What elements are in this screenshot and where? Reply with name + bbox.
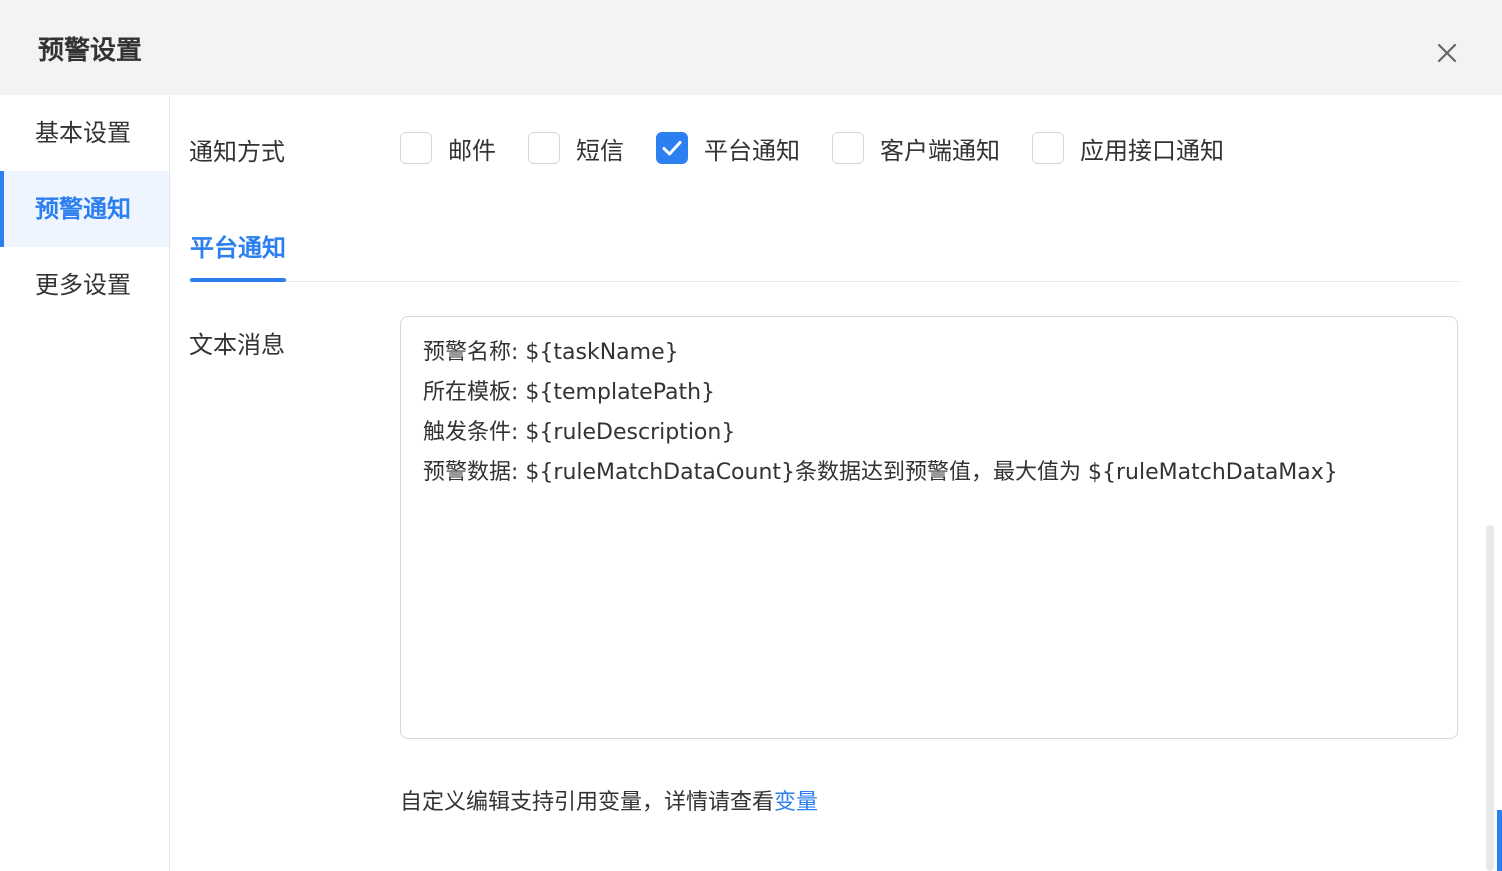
notify-method-label: 通知方式	[189, 138, 285, 166]
sidebar-item-basic-settings[interactable]: 基本设置	[0, 95, 169, 171]
scrollbar[interactable]	[1486, 525, 1494, 871]
tab-divider	[190, 281, 1460, 282]
active-tab-indicator	[190, 278, 286, 282]
variables-link[interactable]: 变量	[774, 790, 818, 815]
sidebar-item-more-settings[interactable]: 更多设置	[0, 247, 169, 323]
hint-text: 自定义编辑支持引用变量，详情请查看	[400, 790, 775, 815]
checkbox-box[interactable]	[528, 132, 560, 164]
alert-settings-dialog: 预警设置 基本设置 预警通知 更多设置 通知方式 邮件 短信 平台通知 客户端通…	[0, 0, 1502, 871]
message-line: 触发条件: ${ruleDescription}	[423, 420, 736, 445]
text-message-label: 文本消息	[189, 331, 285, 359]
sidebar-item-alert-notification[interactable]: 预警通知	[0, 171, 169, 247]
client-notification-checkbox[interactable]: 客户端通知	[832, 130, 1000, 166]
checkmark-icon	[662, 140, 681, 155]
checkbox-label: 应用接口通知	[1080, 136, 1224, 165]
dialog-title: 预警设置	[38, 36, 143, 66]
message-line: 预警数据: ${ruleMatchDataCount}条数据达到预警值，最大值为…	[423, 460, 1338, 485]
message-textarea[interactable]: 预警名称: ${taskName} 所在模板: ${templatePath} …	[400, 316, 1458, 739]
message-line: 预警名称: ${taskName}	[423, 340, 679, 365]
tab-platform-notification[interactable]: 平台通知	[190, 228, 286, 263]
edge-accent	[1497, 810, 1502, 871]
sidebar-item-label: 预警通知	[35, 195, 131, 223]
sidebar-item-label: 基本设置	[35, 119, 131, 147]
settings-sidebar: 基本设置 预警通知 更多设置	[0, 95, 170, 871]
api-notification-checkbox[interactable]: 应用接口通知	[1032, 130, 1224, 166]
checkbox-box[interactable]	[832, 132, 864, 164]
checkbox-label: 短信	[576, 136, 624, 165]
dialog-header: 预警设置	[0, 0, 1502, 95]
variable-hint: 自定义编辑支持引用变量，详情请查看变量	[400, 784, 818, 816]
sidebar-item-label: 更多设置	[35, 271, 131, 299]
checkbox-label: 平台通知	[704, 136, 800, 165]
checkbox-label: 邮件	[448, 136, 496, 165]
checkbox-box[interactable]	[656, 132, 688, 164]
checkbox-box[interactable]	[400, 132, 432, 164]
checkbox-label: 客户端通知	[880, 136, 1000, 165]
message-line: 所在模板: ${templatePath}	[423, 380, 716, 405]
close-icon[interactable]	[1428, 34, 1466, 72]
email-checkbox[interactable]: 邮件	[400, 130, 496, 166]
checkbox-box[interactable]	[1032, 132, 1064, 164]
sms-checkbox[interactable]: 短信	[528, 130, 624, 166]
platform-notification-checkbox[interactable]: 平台通知	[656, 130, 800, 166]
